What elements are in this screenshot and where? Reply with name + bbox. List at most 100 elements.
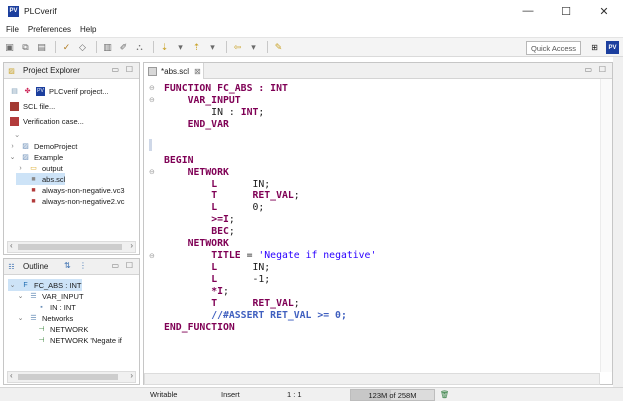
maximize-view-icon[interactable]: ☐ [126,65,133,74]
project-explorer-hscroll[interactable]: ‹ › [7,241,136,253]
back-icon[interactable]: ✓ [60,41,73,54]
maximize-editor-icon[interactable]: ☐ [599,65,606,74]
editor-vscroll[interactable] [600,79,612,372]
annotation-icon[interactable]: ⇡ [190,41,203,54]
code-line[interactable]: T RET_VAL; [164,298,376,310]
scroll-left-icon[interactable]: ‹ [10,241,13,250]
chevron-right-icon[interactable] [24,325,33,334]
close-tab-icon[interactable]: ⊠ [194,67,201,76]
sort-icon[interactable]: ⇅ [64,261,71,270]
chevron-down-icon[interactable]: ⌄ [8,153,17,162]
editor-hscroll[interactable] [144,373,600,385]
minimize-editor-icon[interactable]: ▭ [584,65,592,74]
code-line[interactable]: T RET_VAL; [164,190,376,202]
code-line[interactable]: TITLE = 'Negate if negative' [164,250,376,262]
chevron-right-icon[interactable]: › [8,142,17,151]
plcverif-icon: ✤ [24,88,31,95]
chevron-down-icon[interactable]: ⌄ [8,281,17,290]
code-token: IN : [164,106,241,118]
code-line[interactable]: VAR_INPUT [164,95,376,107]
forward-icon[interactable]: ◇ [76,41,89,54]
code-token: 'Negate if negative' [258,250,377,262]
code-line[interactable]: NETWORK [164,167,376,179]
project-icon: ▨ [22,143,29,150]
code-line[interactable]: BEC; [164,226,376,238]
menu-preferences[interactable]: Preferences [28,25,71,34]
action-label: SCL file... [23,101,56,111]
code-line[interactable] [164,143,376,155]
close-button[interactable]: ✕ [585,0,623,22]
chevron-right-icon[interactable]: › [16,164,25,173]
chevron-down-icon[interactable]: ⌄ [16,314,25,323]
code-line[interactable]: L IN; [164,179,376,191]
code-line[interactable]: END_VAR [164,119,376,131]
save-all-icon[interactable]: ⧉ [19,41,32,54]
verify-icon[interactable]: ✐ [117,41,130,54]
minimize-view-icon[interactable]: ▭ [111,65,119,74]
minimize-view-icon[interactable]: ▭ [111,261,119,270]
chevron-right-icon[interactable] [16,197,25,206]
dropdown-icon[interactable]: ▾ [206,41,219,54]
garbage-collect-icon[interactable]: 🗑 [440,390,450,399]
quick-access-field[interactable]: Quick Access [525,41,581,55]
fold-icon[interactable]: ⊖ [149,168,155,176]
filter-icon[interactable]: ⋮ [79,261,87,270]
maximize-button[interactable]: ☐ [547,0,585,22]
code-line[interactable]: NETWORK [164,238,376,250]
outline-hscroll[interactable]: ‹ › [7,371,136,383]
editor-tab-abs-scl[interactable]: *abs.scl ⊠ [144,63,204,79]
outline-title[interactable]: Outline [23,262,48,271]
code-line[interactable]: L -1; [164,274,376,286]
menu-file[interactable]: File [6,25,19,34]
minimize-button[interactable]: — [509,0,547,22]
code-line[interactable]: //#ASSERT RET_VAL >= 0; [164,310,376,322]
maximize-view-icon[interactable]: ☐ [126,261,133,270]
chevron-right-icon[interactable] [24,303,33,312]
pin-icon[interactable]: ⛬ [133,41,146,54]
code-line[interactable]: IN : INT; [164,107,376,119]
code-line[interactable]: FUNCTION FC_ABS : INT [164,83,376,95]
chevron-right-icon[interactable] [24,336,33,345]
chevron-right-icon[interactable] [16,175,25,184]
new-scl-file-action[interactable]: SCL file... [10,100,55,112]
fold-icon[interactable]: ⊖ [149,84,155,92]
scroll-right-icon[interactable]: › [130,241,133,250]
tree-item[interactable]: ■ always-non-negative2.vc [16,195,124,207]
scroll-right-icon[interactable]: › [130,371,133,380]
code-line[interactable]: L 0; [164,202,376,214]
annotation-icon[interactable]: ⇣ [158,41,171,54]
dropdown-icon[interactable]: ▾ [174,41,187,54]
scroll-thumb[interactable] [18,374,118,380]
chevron-down-icon[interactable]: ⌄ [14,128,20,140]
new-plcverif-project-action[interactable]: ▤ ✤ PV PLCverif project... [10,85,109,97]
chevron-right-icon[interactable] [16,186,25,195]
tree-item[interactable]: ⊣ NETWORK 'Negate if [24,334,121,346]
new-verification-case-action[interactable]: Verification case... [10,115,84,127]
save-icon[interactable]: ▣ [3,41,16,54]
dropdown-icon[interactable]: ▾ [247,41,260,54]
chevron-down-icon[interactable]: ⌄ [16,292,25,301]
fold-icon[interactable]: ⊖ [149,96,155,104]
var-block-icon: ☰ [30,293,37,300]
action-label: PLCverif project... [49,86,109,96]
menu-help[interactable]: Help [80,25,96,34]
code-line[interactable]: L IN; [164,262,376,274]
code-line[interactable]: >=I; [164,214,376,226]
code-line[interactable]: BEGIN [164,155,376,167]
code-line[interactable]: *I; [164,286,376,298]
print-icon[interactable]: ▤ [35,41,48,54]
run-icon[interactable]: ▥ [101,41,114,54]
project-explorer-title[interactable]: Project Explorer [23,66,80,75]
code-line[interactable]: END_FUNCTION [164,322,376,334]
code-text[interactable]: FUNCTION FC_ABS : INT VAR_INPUT IN : INT… [164,83,376,334]
code-line[interactable] [164,131,376,143]
back-icon[interactable]: ⇦ [231,41,244,54]
plcverif-perspective-icon[interactable]: PV [606,41,619,54]
code-token: ; [258,106,265,118]
brush-icon[interactable]: ✎ [272,41,285,54]
scroll-thumb[interactable] [18,244,122,250]
open-perspective-icon[interactable]: ⊞ [588,41,601,54]
fold-icon[interactable]: ⊖ [149,252,155,260]
scroll-left-icon[interactable]: ‹ [10,371,13,380]
menu-bar: File Preferences Help [0,22,623,37]
